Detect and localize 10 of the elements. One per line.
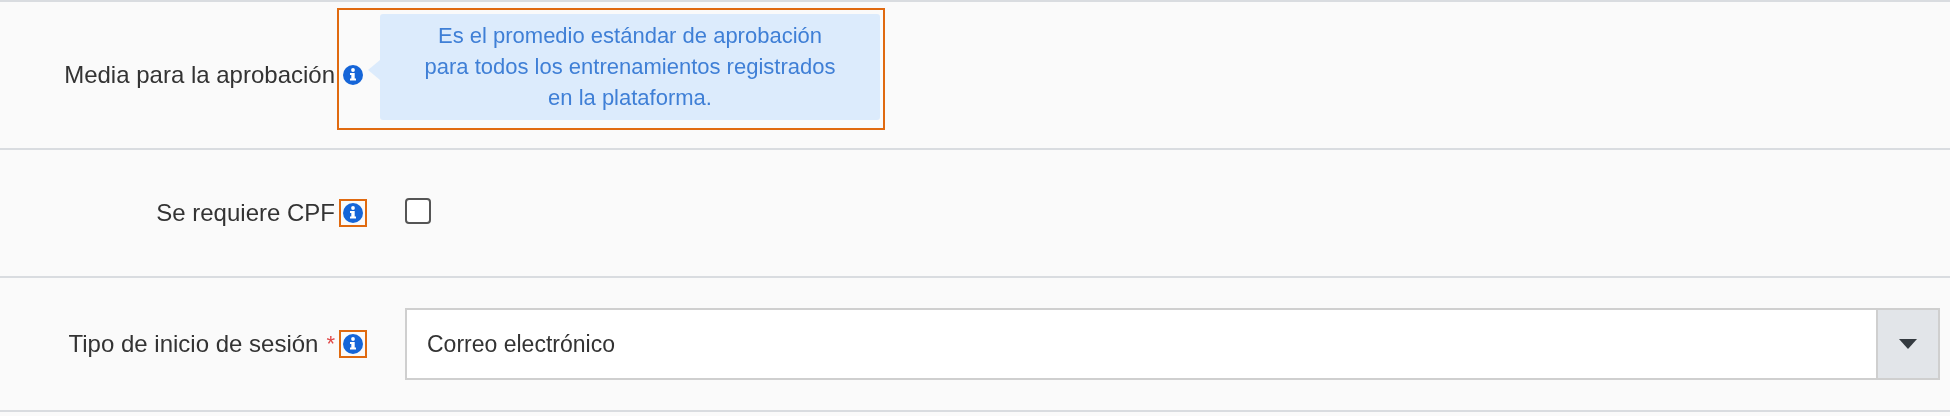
caret-icon	[1899, 339, 1917, 349]
field-label: Se requiere CPF	[156, 199, 335, 227]
required-mark: *	[326, 331, 335, 357]
tooltip: Es el promedio estándar de aprobación para todos los entrenamientos registrados en la plataforma.	[380, 14, 880, 120]
login-type-select[interactable]: Correo electrónico	[405, 308, 1940, 380]
info-icon[interactable]	[342, 64, 364, 86]
tooltip-pointer	[368, 60, 380, 80]
checkbox[interactable]	[405, 198, 431, 224]
field-label: Tipo de inicio de sesión	[68, 330, 319, 358]
field-label: Media para la aprobación	[64, 61, 335, 89]
